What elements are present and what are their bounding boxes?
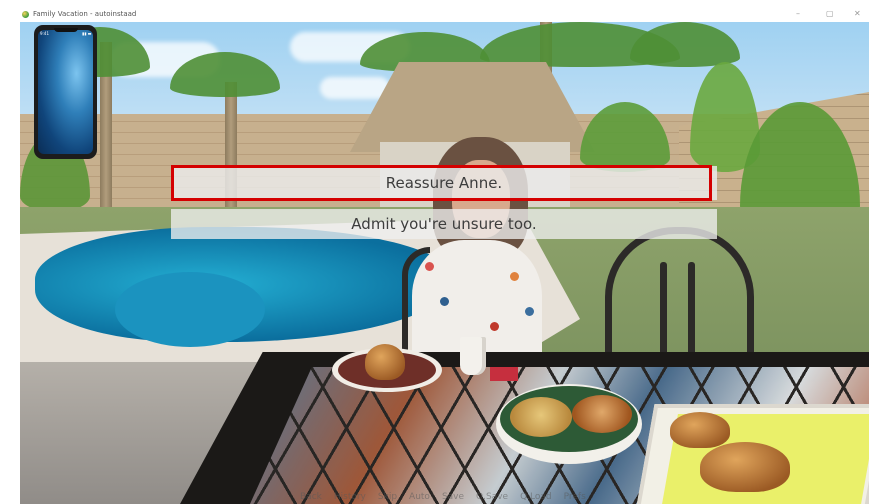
napkin (490, 367, 518, 381)
blouse-flower (490, 322, 499, 331)
blouse-flower (425, 262, 434, 271)
coffee-cup (460, 337, 486, 375)
blouse-flower (525, 307, 534, 316)
croissant (670, 412, 730, 448)
close-button[interactable]: ✕ (854, 9, 861, 18)
blouse-flower (440, 297, 449, 306)
quick-menu-prefs[interactable]: Prefs (564, 492, 586, 504)
game-window: Family Vacation - autoinstaad – ▢ ✕ 9:41… (0, 0, 871, 504)
game-scene[interactable] (20, 22, 869, 504)
window-title: Family Vacation - autoinstaad (33, 10, 137, 18)
croissant (365, 344, 405, 380)
blouse-flower (510, 272, 519, 281)
quick-menu-history[interactable]: History (334, 492, 366, 504)
selected-choice-highlight (171, 165, 712, 201)
choice-admit-unsure[interactable]: Admit you're unsure too. (171, 209, 717, 239)
swimming-pool-lobe (115, 272, 265, 347)
quick-menu-skip[interactable]: Skip (378, 492, 397, 504)
title-bar: Family Vacation - autoinstaad – ▢ ✕ (18, 8, 869, 22)
quick-menu-save[interactable]: Save (442, 492, 464, 504)
banana-leaves (580, 102, 670, 172)
croissant (700, 442, 790, 492)
quick-menu-quick-load[interactable]: Q.Load (520, 492, 552, 504)
palm-fronds (630, 22, 740, 67)
cloud (320, 77, 390, 99)
minimize-button[interactable]: – (796, 9, 800, 18)
quick-menu-auto[interactable]: Auto (409, 492, 430, 504)
phone-status-icons: ▮▮ ▬ (82, 31, 92, 36)
quick-menu: Back History Skip Auto Save Q.Save Q.Loa… (300, 492, 586, 504)
quick-menu-back[interactable]: Back (300, 492, 322, 504)
quick-menu-quick-save[interactable]: Q.Save (476, 492, 508, 504)
phone-notch (54, 28, 78, 32)
pastry (510, 397, 572, 437)
app-icon (22, 11, 29, 18)
maximize-button[interactable]: ▢ (826, 9, 834, 18)
phone-screen (38, 30, 93, 154)
phone-time: 9:41 (40, 31, 49, 36)
danish-pastry (572, 395, 632, 433)
palm-trunk (225, 82, 237, 222)
